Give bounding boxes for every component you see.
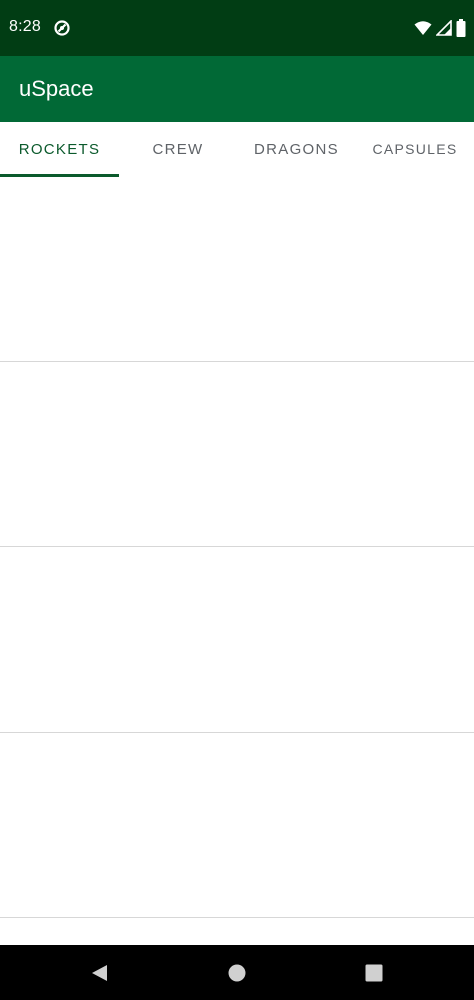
list-item[interactable] — [0, 547, 474, 733]
signal-icon — [436, 20, 452, 36]
tab-rockets[interactable]: ROCKETS — [0, 122, 119, 176]
wifi-icon — [414, 21, 432, 35]
status-time: 8:28 — [9, 18, 41, 35]
list-item[interactable] — [0, 178, 474, 362]
tab-capsules[interactable]: CAPSULES — [356, 122, 474, 176]
list-item[interactable] — [0, 362, 474, 547]
status-icons — [414, 19, 466, 37]
tab-dragons[interactable]: DRAGONS — [237, 122, 356, 176]
tab-crew[interactable]: CREW — [119, 122, 237, 176]
home-icon[interactable] — [227, 963, 247, 983]
recents-icon[interactable] — [364, 963, 384, 983]
tab-indicator — [0, 174, 119, 177]
battery-icon — [456, 19, 466, 37]
list-item[interactable] — [0, 733, 474, 918]
notification-icon — [54, 20, 70, 36]
status-bar: 8:28 — [0, 0, 474, 56]
app-bar: uSpace — [0, 56, 474, 122]
system-nav-bar — [0, 945, 474, 1000]
tab-bar: ROCKETS CREW DRAGONS CAPSULES — [0, 122, 474, 178]
app-title: uSpace — [19, 76, 94, 101]
back-icon[interactable] — [89, 963, 109, 983]
